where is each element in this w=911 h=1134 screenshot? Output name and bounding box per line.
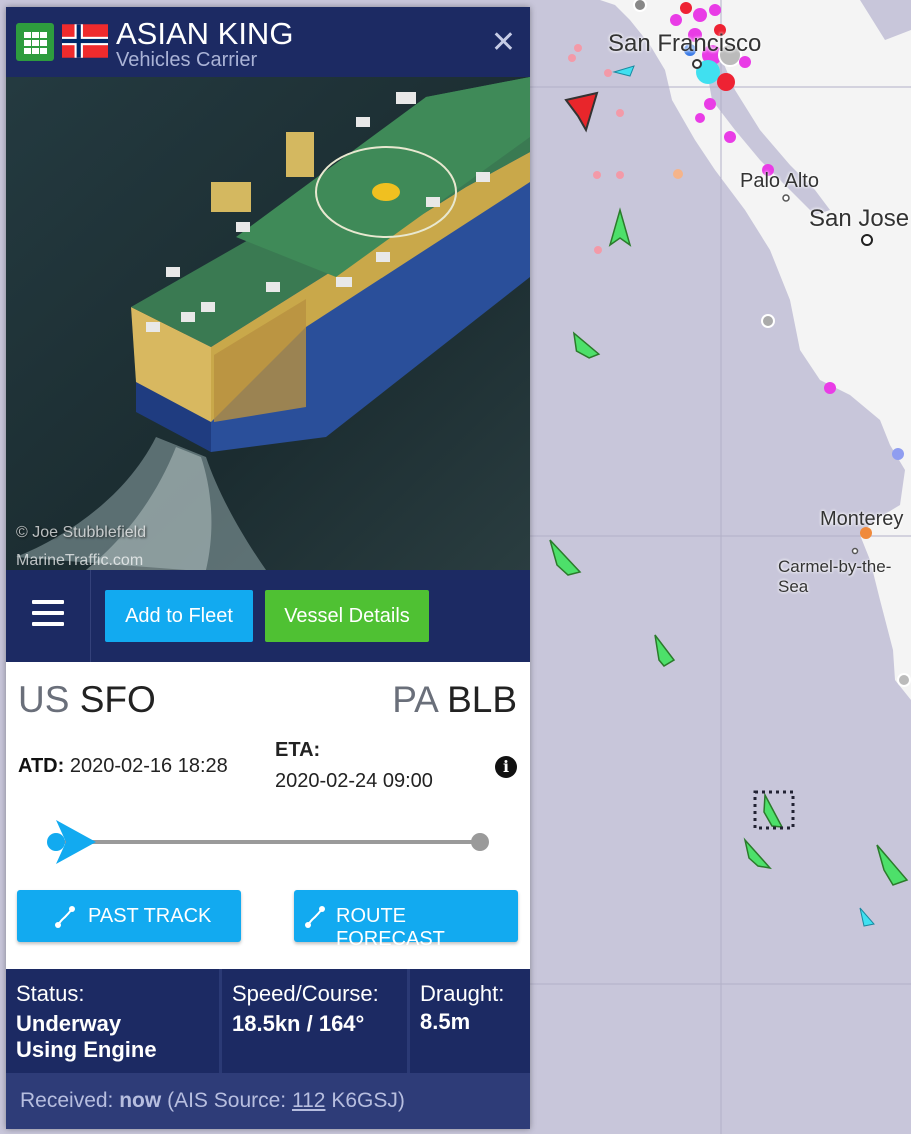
info-icon[interactable]: i xyxy=(495,756,517,778)
map-label-san-jose: San Jose xyxy=(809,205,910,232)
status-cell: Status: Underway Using Engine xyxy=(6,969,219,1073)
route-icon xyxy=(305,906,325,928)
map-label-palo-alto: Palo Alto xyxy=(740,170,819,192)
atd-label: ATD: xyxy=(18,755,65,777)
speed-course-cell: Speed/Course: 18.5kn / 164° xyxy=(222,969,407,1073)
status-value-line2: Using Engine xyxy=(16,1037,157,1062)
atd-row: ATD: 2020-02-16 18:28 xyxy=(18,755,228,778)
destination-port[interactable]: PA BLB xyxy=(392,680,517,720)
photo-credit: © Joe Stubblefield xyxy=(16,524,146,541)
received-footer: Received: now (AIS Source: 112 K6GSJ) xyxy=(6,1073,530,1129)
map-label-san-francisco: San Francisco xyxy=(608,30,762,57)
norway-flag-icon xyxy=(62,24,108,58)
draught-cell: Draught: 8.5m xyxy=(410,969,530,1073)
status-value-line1: Underway xyxy=(16,1011,122,1036)
hamburger-icon[interactable] xyxy=(6,570,91,662)
vessel-info-panel: ASIAN KING Vehicles Carrier ✕ © Joe Stub… xyxy=(6,7,530,1129)
destination-port-code: BLB xyxy=(447,679,517,720)
vessel-details-button[interactable]: Vessel Details xyxy=(265,590,429,642)
draught-value: 8.5m xyxy=(420,1009,471,1034)
panel-header: ASIAN KING Vehicles Carrier ✕ xyxy=(6,7,530,77)
ais-source-suffix: K6GSJ) xyxy=(331,1089,405,1112)
vessel-stats: Status: Underway Using Engine Speed/Cour… xyxy=(6,969,530,1073)
origin-port[interactable]: US SFO xyxy=(18,680,156,720)
past-track-button[interactable]: PAST TRACK xyxy=(17,890,241,942)
eta-value: 2020-02-24 09:00 xyxy=(275,770,433,792)
panel-toolbar: Add to Fleet Vessel Details xyxy=(6,570,530,662)
photo-site: MarineTraffic.com xyxy=(16,552,143,569)
route-forecast-button[interactable]: ROUTE FORECAST xyxy=(294,890,518,950)
status-label: Status: xyxy=(16,981,85,1006)
speed-course-label: Speed/Course: xyxy=(232,981,379,1006)
draught-label: Draught: xyxy=(420,981,505,1006)
destination-country-code: PA xyxy=(392,679,437,720)
map-label-monterey: Monterey xyxy=(820,508,904,530)
vessel-photo[interactable]: © Joe Stubblefield MarineTraffic.com xyxy=(6,77,530,570)
eta-label: ETA: xyxy=(275,739,321,761)
received-value: now xyxy=(119,1089,162,1112)
speed-course-value: 18.5kn / 164° xyxy=(232,1011,365,1036)
route-forecast-label: ROUTE FORECAST xyxy=(336,905,445,950)
apps-grid-icon[interactable] xyxy=(16,23,54,61)
status-value: Underway Using Engine xyxy=(16,1011,157,1063)
track-icon xyxy=(55,906,75,928)
voyage-progress xyxy=(47,820,489,864)
atd-value: 2020-02-16 18:28 xyxy=(69,755,228,777)
ais-source-prefix: (AIS Source: xyxy=(167,1089,287,1112)
origin-country-code: US xyxy=(18,679,70,720)
add-to-fleet-button[interactable]: Add to Fleet xyxy=(105,590,253,642)
vessel-type: Vehicles Carrier xyxy=(116,49,258,71)
vessel-name: ASIAN KING xyxy=(116,16,294,51)
origin-port-code: SFO xyxy=(79,679,156,720)
close-icon[interactable]: ✕ xyxy=(491,25,516,60)
past-track-label: PAST TRACK xyxy=(88,905,212,927)
map-label-carmel: Carmel-by-the-Sea xyxy=(778,557,892,596)
ais-source-link[interactable]: 112 xyxy=(292,1089,325,1112)
received-label: Received: xyxy=(20,1089,114,1112)
